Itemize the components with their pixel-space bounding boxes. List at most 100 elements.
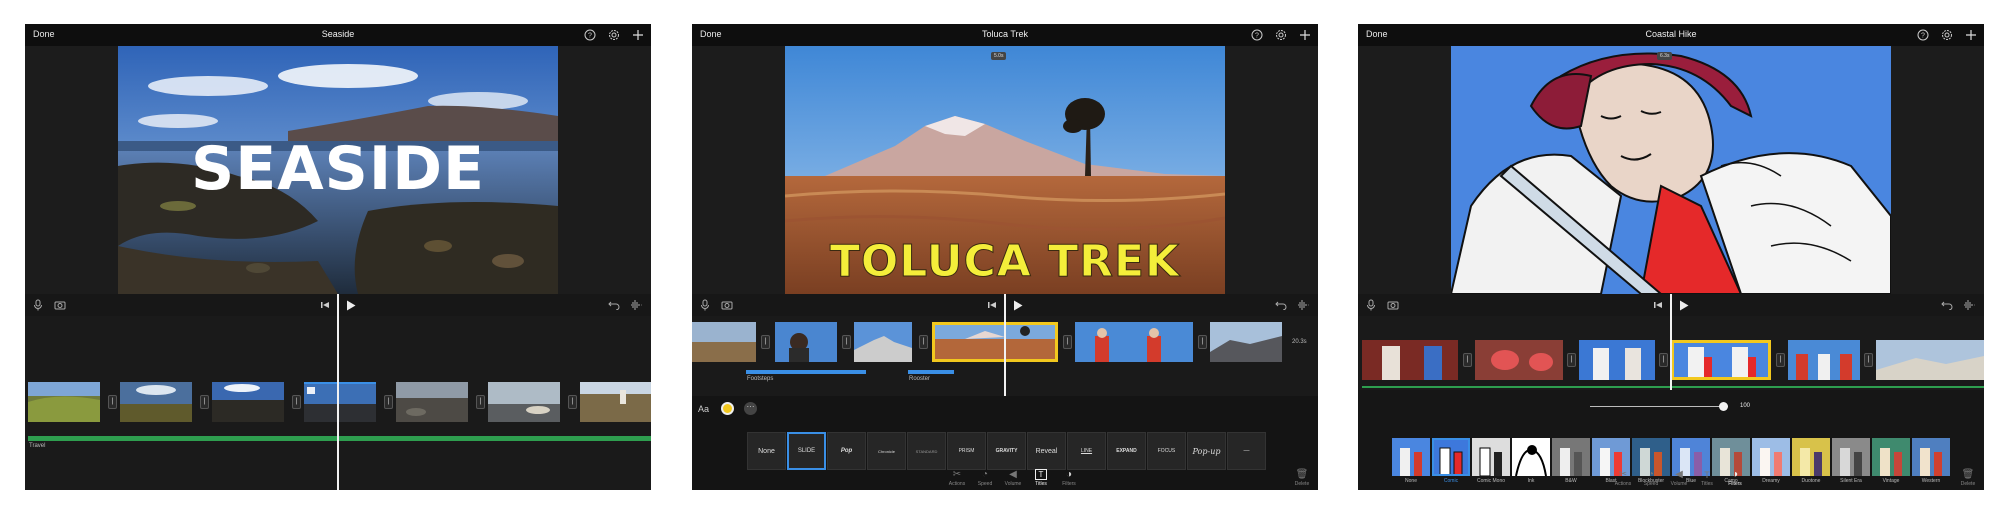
timeline-clip-selected[interactable] [1671, 340, 1771, 380]
timeline-clip[interactable] [120, 382, 192, 422]
slider-knob[interactable] [1719, 402, 1728, 411]
settings-icon[interactable] [1273, 27, 1288, 42]
title-style-expand[interactable]: EXPAND [1107, 432, 1146, 470]
title-style-none[interactable]: None [747, 432, 786, 470]
title-style-gravity[interactable]: GRAVITY [987, 432, 1026, 470]
transition-icon[interactable]: | [292, 395, 301, 409]
playhead[interactable] [1670, 294, 1672, 390]
filter-ink[interactable]: Ink [1512, 438, 1550, 484]
settings-icon[interactable] [606, 27, 621, 42]
add-icon[interactable] [1963, 27, 1978, 42]
transition-icon[interactable]: | [1776, 353, 1785, 367]
transition-icon[interactable]: | [1463, 353, 1472, 367]
transition-icon[interactable]: | [1198, 335, 1207, 349]
playhead[interactable] [337, 294, 339, 490]
skip-back-icon[interactable] [318, 298, 332, 312]
tool-actions[interactable]: ✂ Actions [1609, 469, 1637, 487]
tool-filters[interactable]: ◑ Filters [1055, 469, 1083, 487]
tool-titles[interactable]: T Titles [1693, 470, 1721, 487]
add-icon[interactable] [1297, 27, 1312, 42]
filter-dreamy[interactable]: Dreamy [1752, 438, 1790, 484]
filter-bw[interactable]: B&W [1552, 438, 1590, 484]
camera-icon[interactable] [720, 298, 734, 312]
tool-actions[interactable]: ✂ Actions [943, 469, 971, 487]
help-icon[interactable]: ? [582, 27, 597, 42]
timeline-clip[interactable] [580, 382, 651, 422]
filter-comic[interactable]: Comic [1432, 438, 1470, 484]
title-style-pop[interactable]: Pop [827, 432, 866, 470]
playhead[interactable] [1004, 294, 1006, 400]
timeline-clip[interactable] [1475, 340, 1563, 380]
tool-volume[interactable]: ◀ Volume [1665, 469, 1693, 487]
help-icon[interactable]: ? [1915, 27, 1930, 42]
delete-button[interactable]: 🗑 Delete [1954, 469, 1982, 487]
filter-silent-era[interactable]: Silent Era [1832, 438, 1870, 484]
timeline-clip[interactable] [488, 382, 560, 422]
play-icon[interactable] [1677, 298, 1691, 312]
timeline-clip[interactable] [396, 382, 468, 422]
skip-back-icon[interactable] [985, 298, 999, 312]
timeline-clip[interactable] [1210, 322, 1282, 362]
transition-icon[interactable]: | [1864, 353, 1873, 367]
transition-icon[interactable]: | [842, 335, 851, 349]
timeline-clip[interactable] [1876, 340, 1984, 380]
timeline-clip[interactable] [1075, 322, 1193, 362]
timeline-clip[interactable] [775, 322, 837, 362]
camera-icon[interactable] [1386, 298, 1400, 312]
skip-back-icon[interactable] [1651, 298, 1665, 312]
color-dot-icon[interactable] [721, 402, 734, 415]
filter-duotone[interactable]: Duotone [1792, 438, 1830, 484]
undo-icon[interactable] [1940, 298, 1954, 312]
transition-icon[interactable]: | [1567, 353, 1576, 367]
filter-none[interactable]: None [1392, 438, 1430, 484]
camera-icon[interactable] [53, 298, 67, 312]
transition-icon[interactable]: | [761, 335, 770, 349]
timeline-clip[interactable] [1788, 340, 1860, 380]
title-style-chronicle[interactable]: Chronicle [867, 432, 906, 470]
title-style-line[interactable]: LINE [1067, 432, 1106, 470]
play-icon[interactable] [344, 298, 358, 312]
timeline-clip[interactable] [28, 382, 100, 422]
add-icon[interactable] [630, 27, 645, 42]
settings-icon[interactable] [1939, 27, 1954, 42]
transition-icon[interactable]: | [384, 395, 393, 409]
timeline-clip[interactable] [1579, 340, 1655, 380]
delete-button[interactable]: 🗑 Delete [1288, 469, 1316, 487]
filter-comic-mono[interactable]: Comic Mono [1472, 438, 1510, 484]
audio-clip-bar[interactable] [28, 436, 651, 441]
audio-clip-rooster[interactable] [908, 370, 954, 374]
timeline-clip-titled[interactable] [304, 382, 376, 422]
title-style-standard[interactable]: STANDARD [907, 432, 946, 470]
title-style-prism[interactable]: PRISM [947, 432, 986, 470]
undo-icon[interactable] [1274, 298, 1288, 312]
audio-wave-icon[interactable] [1962, 298, 1976, 312]
timeline-clip[interactable] [854, 322, 912, 362]
timeline-clip[interactable] [1362, 340, 1458, 380]
timeline-clip[interactable] [692, 322, 756, 362]
transition-icon[interactable]: | [1659, 353, 1668, 367]
transition-icon[interactable]: | [476, 395, 485, 409]
title-style-more[interactable]: — [1227, 432, 1266, 470]
more-icon[interactable]: ··· [744, 402, 757, 415]
transition-icon[interactable]: | [1063, 335, 1072, 349]
title-style-reveal[interactable]: Reveal [1027, 432, 1066, 470]
filter-intensity-slider[interactable] [1590, 402, 1728, 412]
audio-clip-footsteps[interactable] [746, 370, 866, 374]
tool-filters[interactable]: ◑ Filters [1721, 469, 1749, 487]
tool-speed[interactable]: ◔ Speed [1637, 469, 1665, 487]
undo-icon[interactable] [607, 298, 621, 312]
filter-vintage[interactable]: Vintage [1872, 438, 1910, 484]
microphone-icon[interactable] [1364, 298, 1378, 312]
transition-icon[interactable]: | [200, 395, 209, 409]
transition-icon[interactable]: | [919, 335, 928, 349]
microphone-icon[interactable] [31, 298, 45, 312]
play-icon[interactable] [1011, 298, 1025, 312]
timeline-clip[interactable] [212, 382, 284, 422]
microphone-icon[interactable] [698, 298, 712, 312]
help-icon[interactable]: ? [1249, 27, 1264, 42]
tool-titles[interactable]: T Titles [1027, 469, 1055, 487]
tool-volume[interactable]: ◀ Volume [999, 469, 1027, 487]
transition-icon[interactable]: | [568, 395, 577, 409]
title-style-slide[interactable]: SLIDE [787, 432, 826, 470]
audio-wave-icon[interactable] [1296, 298, 1310, 312]
